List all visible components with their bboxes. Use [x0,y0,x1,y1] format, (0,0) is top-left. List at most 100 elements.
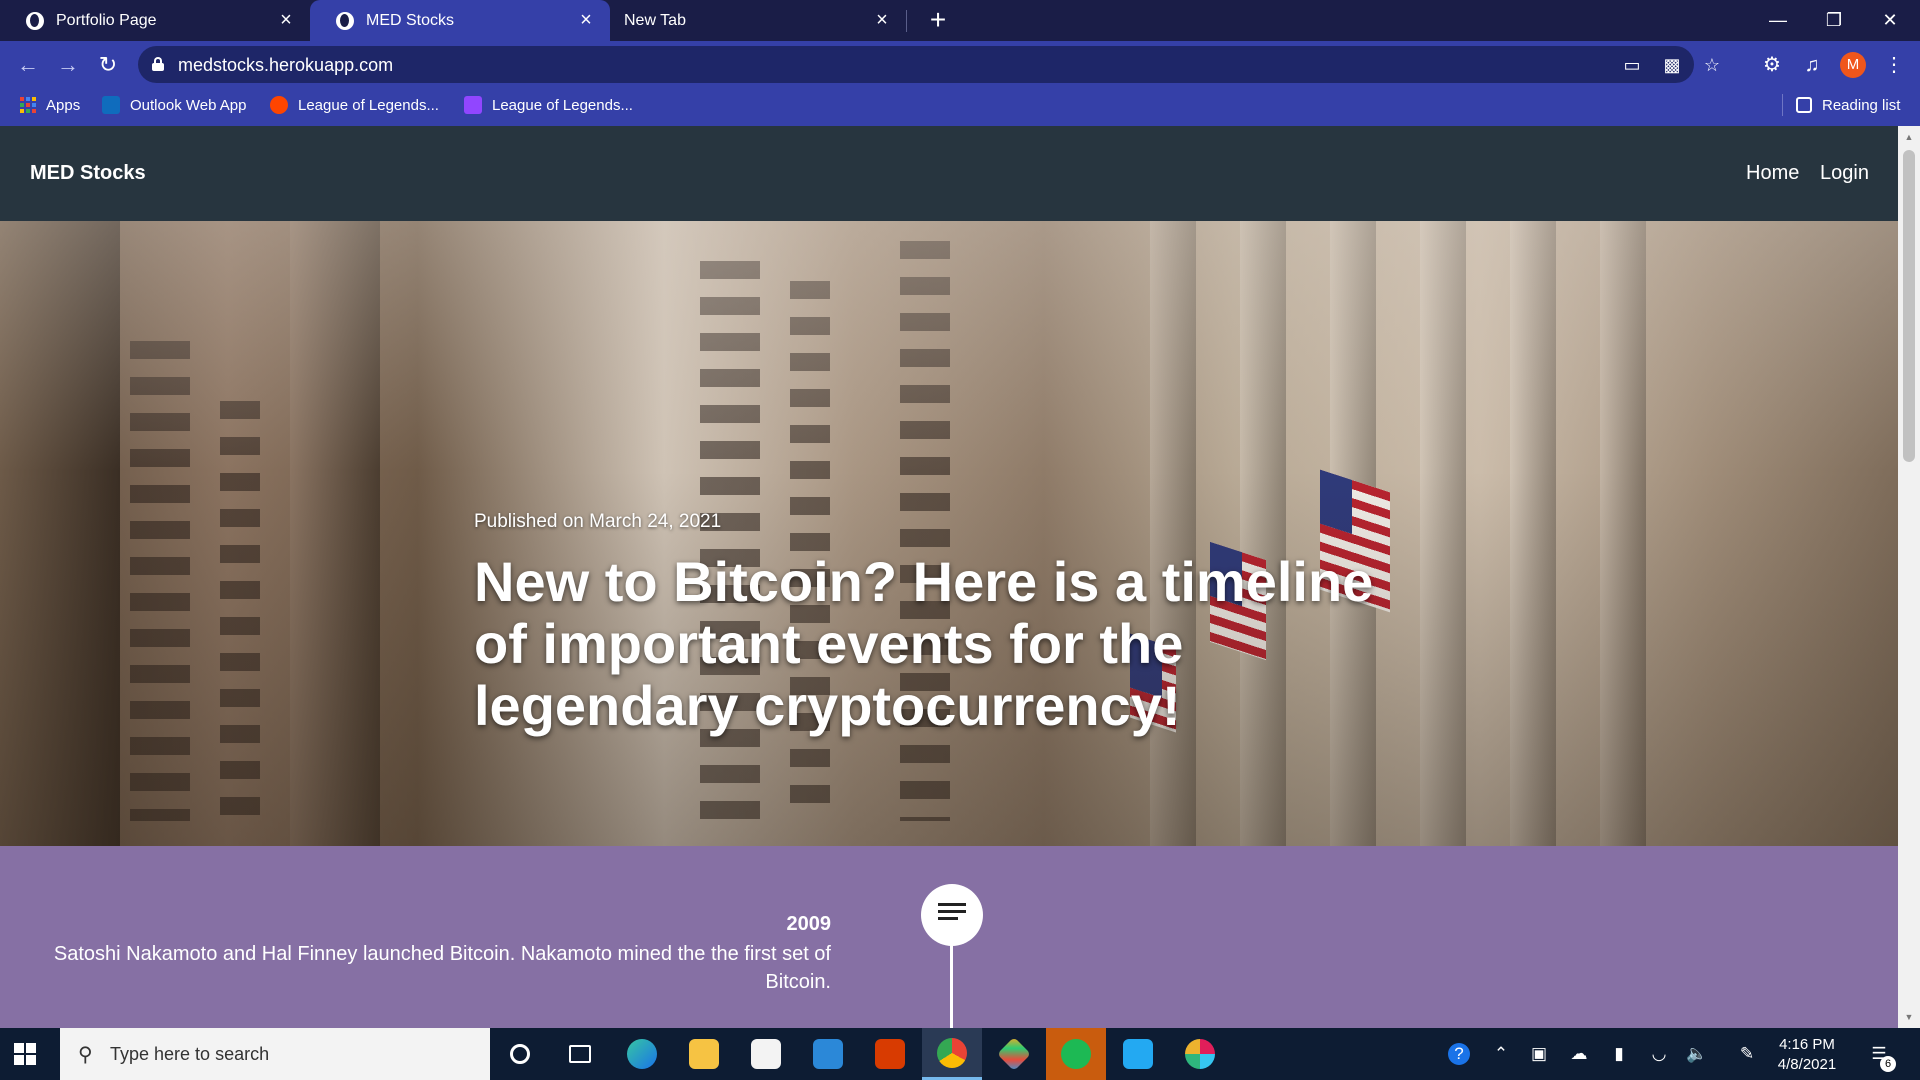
git-client-icon [997,1037,1031,1071]
taskbar-app-office[interactable] [860,1028,920,1080]
taskbar-app-store[interactable] [736,1028,796,1080]
taskbar-app-edge[interactable] [612,1028,672,1080]
close-icon[interactable]: × [576,10,596,30]
scroll-thumb[interactable] [1903,150,1915,462]
bookmark-twitch-league[interactable]: League of Legends... [464,88,633,122]
page-viewport: MED Stocks Home Login Published on March… [0,126,1920,1028]
bookmark-label: Outlook Web App [130,96,247,114]
tab-med-stocks[interactable]: MED Stocks × [310,0,610,41]
battery-icon[interactable]: ▮ [1608,1043,1630,1065]
lock-icon [152,57,164,71]
qr-code-icon[interactable]: ▩ [1658,51,1686,79]
timeline-marker [921,884,983,946]
slack-icon [1185,1039,1215,1069]
windows-taskbar: ⚲ Type here to search ? ⌃ ▣ ☁ ▮ ◡ 🔈 ✎ 4:… [0,1028,1920,1080]
scroll-up-arrow-icon[interactable]: ▲ [1904,132,1914,142]
page-scrollbar[interactable]: ▲ ▼ [1898,126,1920,1028]
checklist-icon [938,903,966,924]
search-icon: ⚲ [78,1044,93,1066]
task-view-button[interactable] [550,1028,610,1080]
hero-shade [0,221,1898,846]
site-navbar: MED Stocks Home Login [0,126,1898,221]
reddit-icon [270,96,288,114]
close-icon[interactable]: × [276,10,296,30]
taskbar-clock[interactable]: 4:16 PM 4/8/2021 [1760,1035,1854,1075]
pen-icon[interactable]: ✎ [1736,1043,1758,1065]
timeline-year: 2009 [786,913,832,935]
address-bar[interactable]: medstocks.herokuapp.com ▭ ▩ ☆ [138,46,1720,83]
wifi-icon[interactable]: ◡ [1648,1043,1670,1065]
nav-link-login[interactable]: Login [1820,162,1869,185]
edge-icon [627,1039,657,1069]
back-arrow-icon[interactable]: ← [14,51,42,79]
bookmark-outlook[interactable]: Outlook Web App [102,88,246,122]
tab-strip: Portfolio Page × MED Stocks × New Tab × … [0,0,1920,41]
bookmark-reddit-league[interactable]: League of Legends... [270,88,439,122]
scroll-down-arrow-icon[interactable]: ▼ [1904,1012,1914,1022]
cast-icon[interactable]: ▭ [1618,51,1646,79]
article-title: New to Bitcoin? Here is a timeline of im… [474,550,1374,737]
volume-icon[interactable]: 🔈 [1686,1043,1708,1065]
search-placeholder: Type here to search [110,1044,270,1064]
reading-list-icon [1796,97,1812,113]
tab-portfolio-page[interactable]: Portfolio Page × [0,0,310,41]
store-icon [751,1039,781,1069]
menu-kebab-icon[interactable]: ⋮ [1880,51,1908,79]
close-icon[interactable]: × [872,10,892,30]
taskbar-app-mail[interactable] [798,1028,858,1080]
windows-start-icon[interactable] [14,1043,36,1065]
bookmark-apps[interactable]: Apps [20,88,80,122]
site-brand[interactable]: MED Stocks [30,162,146,185]
vscode-icon [1123,1039,1153,1069]
meet-icon[interactable]: ▣ [1528,1043,1550,1065]
taskbar-search[interactable]: ⚲ Type here to search [60,1028,490,1080]
task-view-icon [569,1045,591,1063]
taskbar-app-spotify[interactable] [1046,1028,1106,1080]
taskbar-app-file-explorer[interactable] [674,1028,734,1080]
timeline-section: 2009 Satoshi Nakamoto and Hal Finney lau… [0,846,1898,1028]
star-icon[interactable]: ☆ [1698,51,1726,79]
onedrive-cloud-icon[interactable]: ☁ [1568,1043,1590,1065]
chevron-up-icon[interactable]: ⌃ [1490,1043,1512,1065]
tab-new-tab[interactable]: New Tab × [610,0,906,41]
tab-divider [906,10,907,32]
globe-icon [26,11,44,30]
taskbar-app-slack[interactable] [1170,1028,1230,1080]
profile-avatar[interactable]: M [1840,52,1866,78]
url-text[interactable]: medstocks.herokuapp.com [178,55,393,76]
mail-icon [813,1039,843,1069]
apps-grid-icon [20,97,36,113]
bookmark-label: League of Legends... [492,96,633,114]
spotify-icon [1061,1039,1091,1069]
reading-list-button[interactable]: Reading list [1796,88,1900,122]
tab-label: MED Stocks [366,11,455,29]
extensions-icon[interactable]: ⚙ [1758,51,1786,79]
bookmarks-bar: Apps Outlook Web App League of Legends..… [0,88,1920,126]
reading-list-label: Reading list [1822,96,1901,114]
publish-date: Published on March 24, 2021 [474,511,722,532]
cortana-button[interactable] [490,1028,550,1080]
forward-arrow-icon[interactable]: → [54,51,82,79]
browser-toolbar: ← → ↻ medstocks.herokuapp.com ▭ ▩ ☆ ⚙ ♫ … [0,41,1920,88]
taskbar-app-chrome[interactable] [922,1028,982,1080]
clock-time: 4:16 PM [1779,1036,1835,1053]
taskbar-app-git[interactable] [984,1028,1044,1080]
close-window-button[interactable]: ✕ [1862,0,1918,41]
folder-icon [689,1039,719,1069]
clock-date: 4/8/2021 [1777,1056,1837,1073]
minimize-button[interactable]: — [1750,0,1806,41]
globe-icon [336,11,354,30]
bookmark-label: League of Legends... [298,96,439,114]
nav-link-home[interactable]: Home [1746,162,1799,185]
timeline-text: Satoshi Nakamoto and Hal Finney launched… [53,943,831,993]
office-icon [875,1039,905,1069]
bookmark-separator [1782,94,1783,116]
restore-button[interactable]: ❐ [1806,0,1862,41]
tab-label: Portfolio Page [56,11,157,29]
reload-icon[interactable]: ↻ [94,51,122,79]
help-icon[interactable]: ? [1448,1043,1470,1065]
new-tab-button[interactable]: + [924,6,952,34]
hero-banner: Published on March 24, 2021 New to Bitco… [0,221,1898,846]
media-control-icon[interactable]: ♫ [1798,51,1826,79]
taskbar-app-vscode[interactable] [1108,1028,1168,1080]
